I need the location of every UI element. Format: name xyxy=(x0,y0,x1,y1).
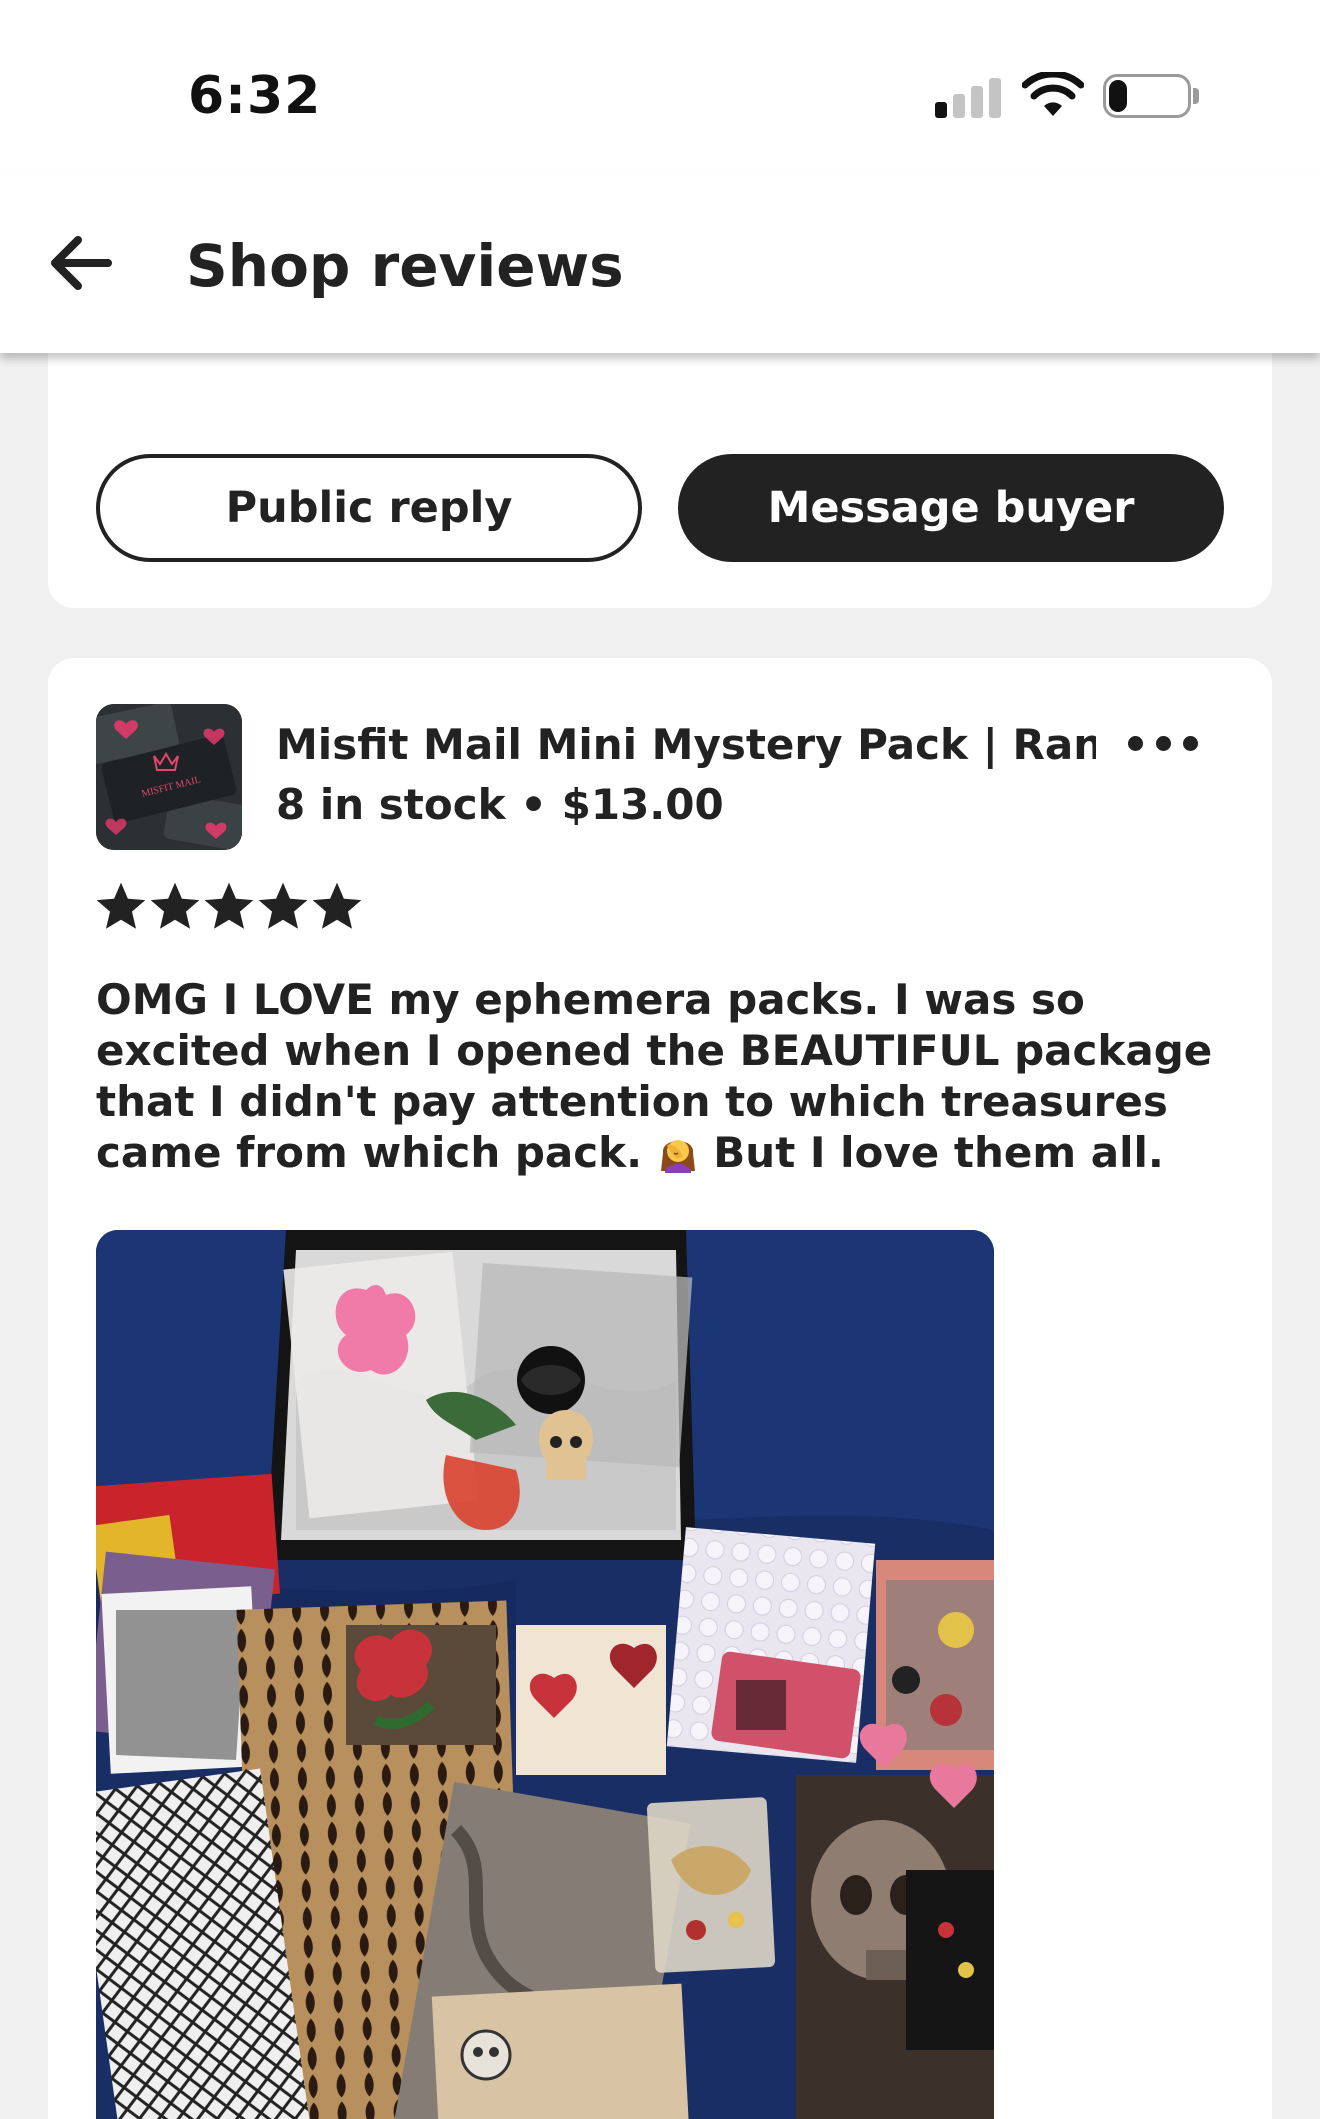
back-button[interactable] xyxy=(46,232,116,294)
star-icon xyxy=(312,882,362,929)
review-text: OMG I LOVE my ephemera packs. I was so e… xyxy=(96,974,1226,1178)
page-title: Shop reviews xyxy=(186,232,624,300)
more-options-button[interactable] xyxy=(1128,728,1198,758)
star-icon xyxy=(258,882,308,929)
star-icon xyxy=(150,882,200,929)
app-header: Shop reviews xyxy=(0,170,1320,353)
public-reply-button[interactable]: Public reply xyxy=(96,454,642,562)
star-rating xyxy=(96,882,362,938)
meta-separator: • xyxy=(505,780,562,829)
wifi-icon xyxy=(1022,72,1084,116)
status-time: 6:32 xyxy=(188,66,322,126)
listing-thumbnail-image: MISFIT MAIL xyxy=(96,704,242,850)
battery-percent: 22 xyxy=(1124,76,1170,116)
woman-facepalming-emoji-icon xyxy=(660,1140,695,1173)
shop-reviews-screen: 6:32 22 Shop reviews Public reply Messag… xyxy=(0,0,1320,2119)
listing-stock: 8 in stock xyxy=(276,780,506,829)
battery-cap xyxy=(1193,88,1199,104)
arrow-left-icon xyxy=(51,236,112,290)
listing-title[interactable]: Misfit Mail Mini Mystery Pack | Ran... xyxy=(276,720,1096,769)
listing-thumbnail[interactable]: MISFIT MAIL xyxy=(96,704,242,850)
review-actions-card: Public reply Message buyer xyxy=(48,330,1272,608)
star-icon xyxy=(96,882,146,929)
status-bar: 6:32 22 xyxy=(0,0,1320,170)
more-dot-icon xyxy=(1128,735,1143,751)
star-icon xyxy=(204,882,254,929)
review-photo-image: No 1472 xyxy=(96,1230,994,2119)
more-dot-icon xyxy=(1183,735,1198,751)
review-text-part-2: But I love them all. xyxy=(698,1128,1164,1177)
cellular-signal-icon xyxy=(935,76,1001,118)
listing-price: $13.00 xyxy=(561,780,724,829)
review-photo[interactable]: No 1472 xyxy=(96,1230,994,2119)
message-buyer-button[interactable]: Message buyer xyxy=(678,454,1224,562)
review-card: MISFIT MAIL Misfit Mail Mini Mystery Pac… xyxy=(48,658,1272,2119)
battery-icon: 22 xyxy=(1103,74,1191,118)
listing-meta: 8 in stock • $13.00 xyxy=(276,780,724,829)
more-dot-icon xyxy=(1155,735,1171,751)
